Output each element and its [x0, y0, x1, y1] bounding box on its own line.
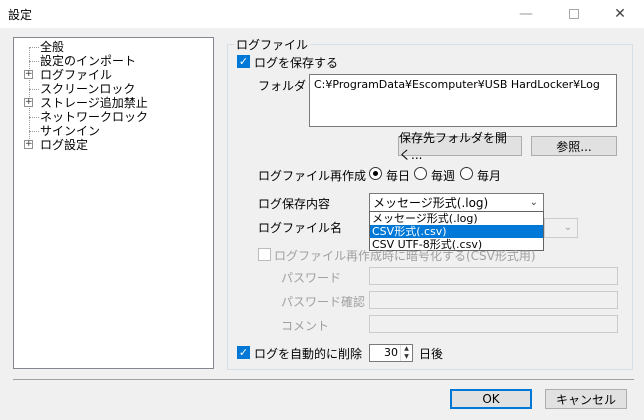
days-suffix: 日後 [419, 347, 444, 361]
content-dropdown-list[interactable]: メッセージ形式(.log) CSV形式(.csv) CSV UTF-8形式(.c… [369, 211, 544, 251]
encrypt-label: ログファイル再作成時に暗号化する(CSV形式用) [274, 249, 536, 263]
tree-item-label: ログ設定 [40, 138, 89, 152]
content-label: ログ保存内容 [258, 197, 331, 211]
filename-select[interactable]: ⌄ [544, 218, 578, 238]
tree-item-label: ストレージ追加禁止 [40, 96, 148, 110]
password-confirm-label: パスワード確認 [281, 295, 366, 309]
content-select-value: メッセージ形式(.log) [373, 196, 489, 210]
close-button[interactable]: ✕ [600, 0, 640, 28]
window-title: 設定 [8, 8, 33, 22]
tree-item-general[interactable]: 全般 [14, 40, 204, 54]
auto-delete-checkbox[interactable]: ✓ [237, 346, 250, 359]
save-log-label: ログを保存する [254, 56, 339, 70]
radio-daily[interactable] [369, 167, 382, 180]
encrypt-checkbox[interactable] [258, 248, 271, 261]
group-title: ログファイル [234, 36, 311, 53]
close-icon: ✕ [614, 6, 626, 22]
radio-monthly[interactable] [460, 167, 473, 180]
cancel-button[interactable]: キャンセル [545, 389, 627, 409]
dropdown-option-highlighted[interactable]: CSV形式(.csv) [370, 225, 543, 238]
radio-daily-label: 毎日 [386, 169, 411, 183]
tree-item-import[interactable]: 設定のインポート [14, 54, 204, 68]
chevron-down-icon: ⌄ [563, 222, 572, 233]
maximize-icon [569, 9, 579, 19]
folder-label: フォルダ [258, 79, 307, 93]
tree-item-signin[interactable]: サインイン [14, 124, 204, 138]
password-field[interactable] [369, 267, 618, 285]
tree-item-label: スクリーンロック [40, 82, 136, 96]
expand-plus-icon[interactable]: + [24, 98, 33, 107]
chevron-down-icon: ⌄ [529, 197, 538, 208]
tree-item-label: 全般 [40, 40, 65, 54]
comment-label: コメント [281, 319, 330, 333]
content-select[interactable]: メッセージ形式(.log) ⌄ [369, 193, 544, 213]
recreate-label: ログファイル再作成 [258, 169, 367, 183]
radio-weekly[interactable] [414, 167, 427, 180]
expand-plus-icon[interactable]: + [24, 140, 33, 149]
tree-item-label: 設定のインポート [40, 54, 137, 68]
days-value: 30 [384, 346, 398, 359]
ok-button[interactable]: OK [450, 389, 532, 409]
tree-item-log-settings[interactable]: + ログ設定 [14, 138, 204, 152]
browse-button[interactable]: 参照... [531, 136, 617, 156]
auto-delete-label: ログを自動的に削除 [254, 347, 363, 361]
spinner-arrows-icon[interactable]: ▲ ▼ [400, 345, 412, 361]
tree-item-label: サインイン [40, 124, 101, 138]
minimize-button[interactable]: — [506, 0, 546, 28]
title-bar: 設定 — ✕ [0, 0, 644, 28]
password-confirm-field[interactable] [369, 291, 618, 309]
comment-field[interactable] [369, 315, 618, 333]
auto-delete-days-spinner[interactable]: 30 ▲ ▼ [369, 344, 413, 362]
tree-item-screen-lock[interactable]: スクリーンロック [14, 82, 204, 96]
tree-item-label: ログファイル [40, 68, 113, 82]
tree-item-logfile[interactable]: + ログファイル [14, 68, 204, 82]
dropdown-option[interactable]: メッセージ形式(.log) [370, 212, 543, 225]
settings-tree[interactable]: 全般 設定のインポート + ログファイル スクリーンロック + ストレージ追加禁… [13, 37, 214, 369]
tree-item-label: ネットワークロック [40, 110, 149, 124]
checkmark-icon: ✓ [238, 55, 249, 68]
maximize-button[interactable] [554, 0, 594, 28]
checkmark-icon: ✓ [238, 346, 249, 359]
tree-item-network-lock[interactable]: ネットワークロック [14, 110, 204, 124]
radio-monthly-label: 毎月 [477, 169, 502, 183]
filename-label: ログファイル名 [258, 221, 343, 235]
footer-divider [13, 379, 634, 380]
minimize-icon: — [519, 6, 533, 22]
tree-item-storage-block[interactable]: + ストレージ追加禁止 [14, 96, 204, 110]
expand-plus-icon[interactable]: + [24, 70, 33, 79]
save-log-checkbox[interactable]: ✓ [237, 55, 250, 68]
password-label: パスワード [281, 271, 342, 285]
radio-weekly-label: 毎週 [431, 169, 456, 183]
folder-path-field[interactable]: C:¥ProgramData¥Escomputer¥USB HardLocker… [309, 74, 617, 127]
open-folder-button[interactable]: 保存先フォルダを開く... [398, 131, 522, 162]
